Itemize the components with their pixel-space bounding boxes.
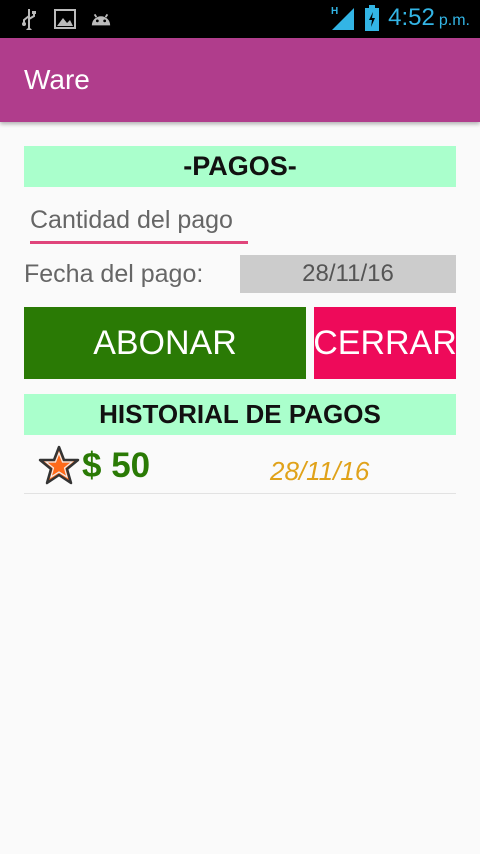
cerrar-button[interactable]: CERRAR bbox=[314, 307, 456, 379]
usb-icon bbox=[18, 8, 40, 30]
signal-icon: H bbox=[330, 4, 356, 32]
android-icon bbox=[90, 8, 112, 30]
star-icon bbox=[38, 445, 80, 485]
amount-field[interactable] bbox=[30, 200, 248, 244]
list-item[interactable]: $ 50 28/11/16 bbox=[24, 440, 456, 494]
svg-text:H: H bbox=[331, 6, 338, 17]
notification-icons bbox=[18, 8, 112, 30]
pagos-header: -PAGOS- bbox=[24, 146, 456, 187]
date-label: Fecha del pago: bbox=[24, 260, 204, 288]
amount-input[interactable] bbox=[30, 200, 248, 241]
status-right: H 4:52 p.m. bbox=[330, 4, 470, 32]
app-bar: Ware bbox=[0, 38, 480, 122]
battery-icon bbox=[364, 4, 380, 32]
abonar-button[interactable]: ABONAR bbox=[24, 307, 306, 379]
payment-amount: $ 50 bbox=[82, 446, 151, 485]
image-icon bbox=[54, 8, 76, 30]
clock-time: 4:52 bbox=[388, 4, 435, 31]
app-title: Ware bbox=[24, 64, 90, 95]
status-bar: H 4:52 p.m. bbox=[0, 0, 480, 38]
clock-ampm: p.m. bbox=[438, 12, 470, 29]
historial-header: HISTORIAL DE PAGOS bbox=[24, 394, 456, 435]
payment-date: 28/11/16 bbox=[270, 456, 370, 486]
date-field[interactable]: 28/11/16 bbox=[240, 255, 456, 293]
